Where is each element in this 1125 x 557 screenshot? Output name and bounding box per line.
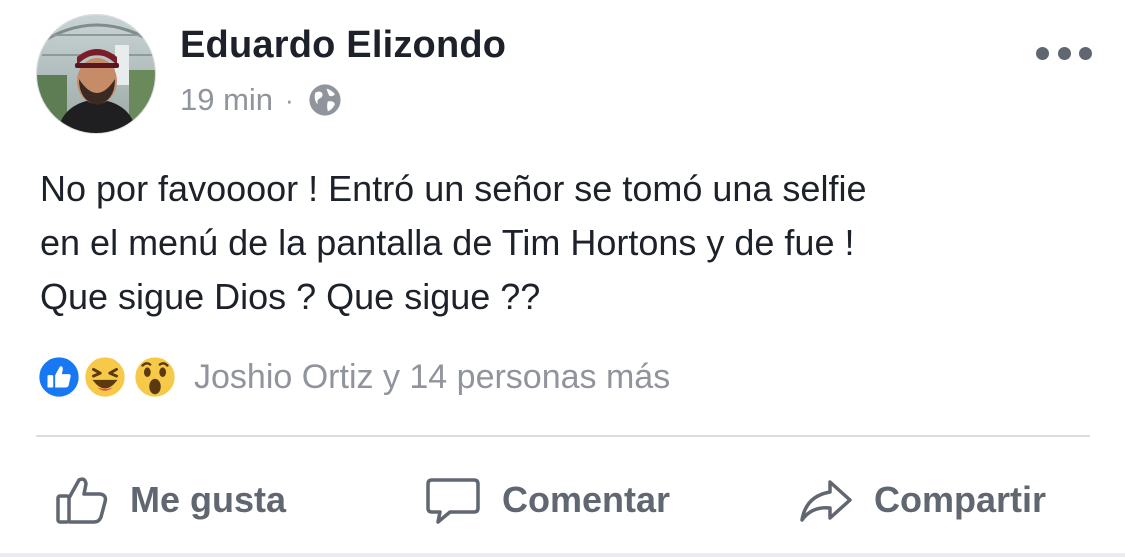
share-arrow-icon (800, 480, 852, 522)
haha-icon (82, 354, 128, 400)
more-dot (1079, 46, 1092, 60)
like-button[interactable]: Me gusta (54, 450, 286, 550)
thumbs-up-icon (56, 477, 108, 524)
post-time[interactable]: 19 min (180, 82, 273, 118)
more-options-icon[interactable] (1036, 44, 1092, 62)
comment-icon (426, 478, 480, 524)
more-dot (1036, 46, 1049, 60)
like-icon (36, 354, 82, 400)
like-label: Me gusta (130, 479, 287, 520)
wow-icon (132, 354, 178, 400)
reactions-bar[interactable]: Joshio Ortiz y 14 personas más (36, 352, 670, 402)
reaction-icons (36, 352, 186, 402)
more-dot (1057, 46, 1071, 60)
reaction-summary[interactable]: Joshio Ortiz y 14 personas más (194, 358, 670, 397)
divider (36, 435, 1090, 437)
comment-label: Comentar (502, 479, 671, 520)
bottom-separator (0, 553, 1125, 557)
author-name[interactable]: Eduardo Elizondo (180, 24, 506, 67)
post-text: No por favoooor ! Entró un señor se tomó… (40, 168, 867, 317)
globe-icon[interactable] (308, 83, 342, 117)
facebook-post: Eduardo Elizondo 19 min · No por favoooo… (0, 0, 1125, 557)
share-button[interactable]: Compartir (798, 450, 1046, 550)
avatar-photo (37, 15, 155, 133)
comment-button[interactable]: Comentar (424, 450, 670, 550)
action-bar: Me gusta Comentar Compartir (0, 450, 1125, 550)
meta-separator: · (285, 84, 294, 115)
share-label: Compartir (874, 479, 1047, 520)
avatar[interactable] (36, 14, 156, 134)
post-meta: 19 min · (180, 80, 342, 120)
